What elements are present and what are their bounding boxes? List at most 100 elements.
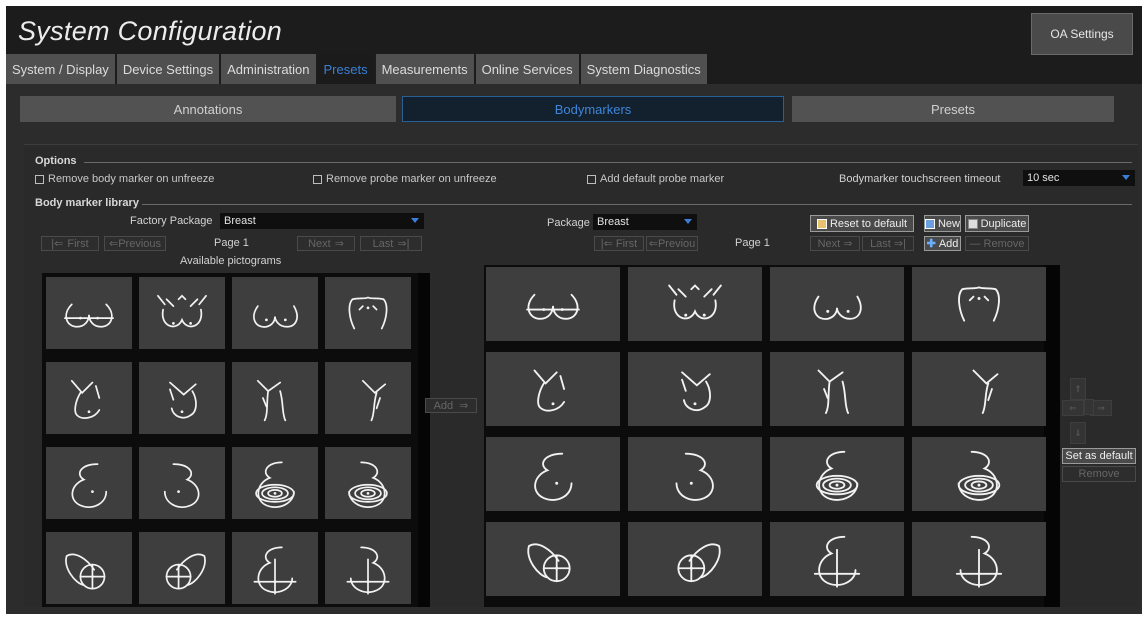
pictogram-cell[interactable] <box>46 447 132 519</box>
tab-online-services[interactable]: Online Services <box>475 54 579 84</box>
pictogram-cell[interactable] <box>325 277 411 349</box>
reset-to-default-button[interactable]: Reset to default <box>810 215 914 232</box>
pictogram-cell[interactable] <box>770 522 904 596</box>
first-icon: |⇐ <box>600 238 613 250</box>
remove-marker-button[interactable]: — Remove <box>965 236 1029 251</box>
torso-back-icon <box>958 286 1000 322</box>
pictogram-cell[interactable] <box>770 437 904 511</box>
pictogram-cell[interactable] <box>232 277 318 349</box>
move-up-button[interactable]: ⇑ <box>1070 378 1086 400</box>
subtab-bodymarkers[interactable]: Bodymarkers <box>402 96 784 122</box>
right-last-button[interactable]: Last ⇒| <box>862 236 914 251</box>
left-first-button[interactable]: |⇐ First <box>41 236 99 251</box>
reset-label: Reset to default <box>829 217 908 230</box>
right-previous-button[interactable]: ⇐ Previou <box>646 236 698 251</box>
available-pictograms-label: Available pictograms <box>180 255 282 267</box>
breast-crosshair-left-icon <box>253 546 297 595</box>
breast-left-icon <box>534 452 573 501</box>
add-marker-button[interactable]: ✚ Add <box>924 236 961 251</box>
options-title: Options <box>35 155 77 167</box>
remove-probe-marker-checkbox[interactable]: Remove probe marker on unfreeze <box>313 173 497 185</box>
tab-device-settings[interactable]: Device Settings <box>116 54 220 84</box>
oa-settings-button[interactable]: OA Settings <box>1031 13 1133 55</box>
factory-package-value: Breast <box>224 215 256 227</box>
set-as-default-button[interactable]: Set as default <box>1062 448 1136 464</box>
timeout-value: 10 sec <box>1027 172 1060 184</box>
add-default-probe-checkbox[interactable]: Add default probe marker <box>587 173 724 185</box>
tab-system-diagnostics[interactable]: System Diagnostics <box>580 54 707 84</box>
pictogram-cell[interactable] <box>912 352 1046 426</box>
right-page-indicator: Page 1 <box>735 237 770 249</box>
next-label: Next <box>308 237 331 250</box>
subtab-annotations[interactable]: Annotations <box>20 96 396 122</box>
breast-crosshair-left-icon <box>813 535 861 588</box>
right-first-button[interactable]: |⇐ First <box>594 236 644 251</box>
breast-right-rings-icon <box>957 450 1001 501</box>
remove-body-marker-checkbox[interactable]: Remove body marker on unfreeze <box>35 173 214 185</box>
duplicate-button[interactable]: Duplicate <box>965 215 1029 232</box>
move-down-button[interactable]: ⇓ <box>1070 422 1086 444</box>
new-button[interactable]: New <box>924 215 961 232</box>
subtab-presets[interactable]: Presets <box>792 96 1114 122</box>
remove-default-button[interactable]: Remove <box>1062 466 1136 482</box>
tab-measurements[interactable]: Measurements <box>375 54 474 84</box>
tab-administration[interactable]: Administration <box>221 54 316 84</box>
pictogram-cell[interactable] <box>628 522 762 596</box>
package-dropdown[interactable]: Breast <box>593 214 697 230</box>
factory-package-dropdown[interactable]: Breast <box>220 213 424 229</box>
add-label: Add <box>938 237 959 250</box>
breasts-front-a-icon <box>64 303 114 328</box>
pictogram-cell[interactable] <box>912 267 1046 341</box>
move-left-button[interactable]: ⇐ <box>1062 400 1084 416</box>
pictogram-cell[interactable] <box>912 522 1046 596</box>
pictogram-cell[interactable] <box>139 532 225 604</box>
left-previous-button[interactable]: ⇐ Previous <box>104 236 166 251</box>
pictogram-cell[interactable] <box>486 522 620 596</box>
arrow-up-icon: ⇑ <box>1074 383 1082 394</box>
pictogram-cell[interactable] <box>325 362 411 434</box>
pictogram-cell[interactable] <box>232 362 318 434</box>
arrow-right-icon: ⇒ <box>459 400 469 412</box>
tab-system-display[interactable]: System / Display <box>6 54 115 84</box>
pictogram-cell[interactable] <box>770 352 904 426</box>
pictogram-cell[interactable] <box>232 532 318 604</box>
pictogram-cell[interactable] <box>232 447 318 519</box>
breasts-front-b-icon <box>813 295 862 320</box>
pictogram-cell[interactable] <box>46 277 132 349</box>
pictogram-cell[interactable] <box>325 532 411 604</box>
set-default-label: Set as default <box>1065 450 1133 462</box>
duplicate-label: Duplicate <box>980 217 1027 230</box>
pictogram-cell[interactable] <box>628 437 762 511</box>
breast-left-icon <box>71 463 108 508</box>
breast-crosshair-right-icon <box>346 546 390 595</box>
dpad-center <box>1084 399 1094 415</box>
timeout-dropdown[interactable]: 10 sec <box>1023 170 1135 186</box>
checkbox-box <box>587 174 596 184</box>
pictogram-cell[interactable] <box>628 267 762 341</box>
left-grid-scrollbar[interactable] <box>418 273 430 607</box>
left-last-button[interactable]: Last ⇒| <box>360 236 422 251</box>
add-pictogram-button[interactable]: Add ⇒ <box>425 398 477 413</box>
pictogram-cell[interactable] <box>770 267 904 341</box>
pictogram-cell[interactable] <box>139 362 225 434</box>
pictogram-cell[interactable] <box>628 352 762 426</box>
right-grid-scrollbar[interactable] <box>1044 265 1060 607</box>
checkbox-label: Remove probe marker on unfreeze <box>326 173 497 185</box>
pictogram-cell[interactable] <box>912 437 1046 511</box>
side-line-right-icon <box>361 379 387 422</box>
available-pictograms-grid <box>42 273 430 607</box>
right-next-button[interactable]: Next ⇒ <box>810 236 860 251</box>
left-next-button[interactable]: Next ⇒ <box>297 236 355 251</box>
pictogram-cell[interactable] <box>139 277 225 349</box>
pictogram-cell[interactable] <box>486 437 620 511</box>
torso-front-icon <box>157 294 207 328</box>
pictogram-cell[interactable] <box>486 352 620 426</box>
pictogram-cell[interactable] <box>325 447 411 519</box>
tab-presets[interactable]: Presets <box>317 54 374 84</box>
pictogram-cell[interactable] <box>139 447 225 519</box>
pictogram-cell[interactable] <box>46 362 132 434</box>
side-right-icon <box>169 381 197 419</box>
pictogram-cell[interactable] <box>486 267 620 341</box>
pictogram-cell[interactable] <box>46 532 132 604</box>
chevron-down-icon <box>411 218 419 223</box>
